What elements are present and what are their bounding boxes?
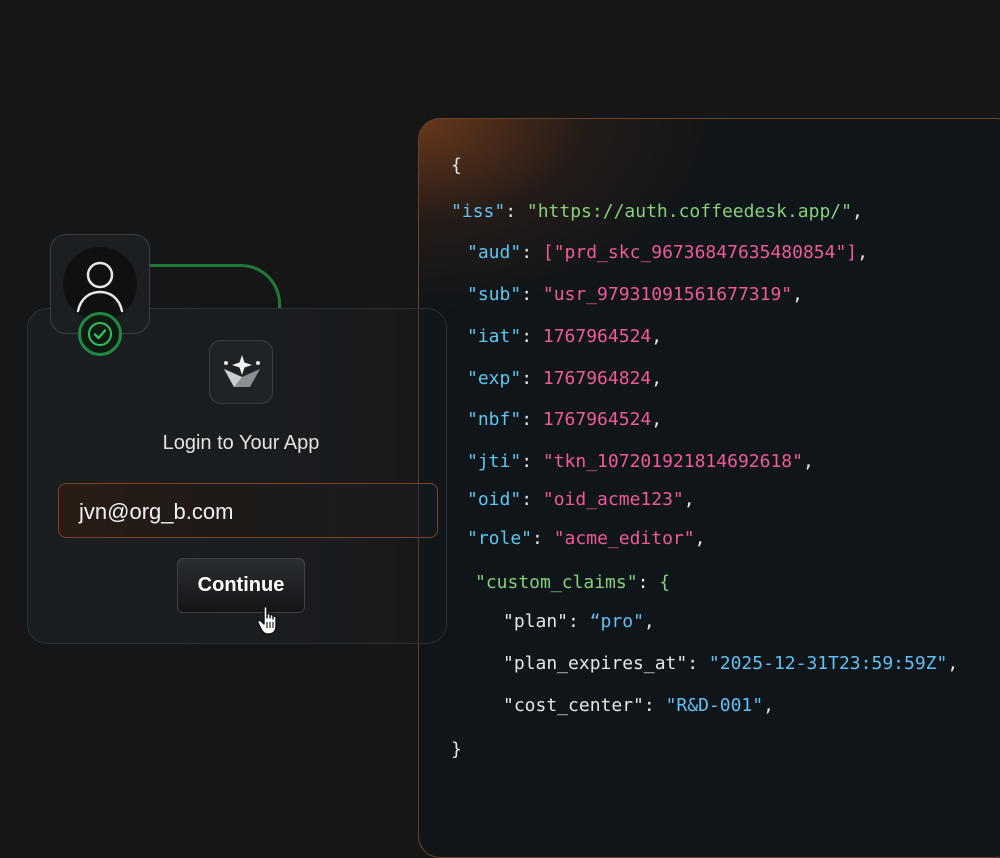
claim-key: "oid" — [467, 489, 522, 510]
claim-value: “pro" — [589, 611, 644, 632]
claim-line-exp: "exp": 1767964824, — [467, 368, 663, 389]
claim-key: "iat" — [467, 326, 522, 347]
claim-line-jti: "jti": "tkn_107201921814692618", — [467, 451, 814, 472]
claim-key: "role" — [467, 528, 533, 549]
claim-key: "plan_expires_at" — [503, 653, 688, 674]
verified-badge — [78, 312, 122, 356]
claim-line-sub: "sub": "usr_97931091561677319", — [467, 284, 803, 305]
claim-line-iat: "iat": 1767964524, — [467, 326, 663, 347]
claim-key: "iss" — [451, 201, 506, 222]
claim-key: "custom_claims" — [475, 572, 638, 593]
comma: , — [651, 368, 663, 389]
custom-claims-open-brace: { — [659, 572, 671, 593]
comma: , — [857, 242, 868, 263]
claim-value: "usr_97931091561677319" — [542, 284, 793, 305]
claim-key: "exp" — [467, 368, 522, 389]
check-icon — [88, 322, 112, 346]
comma: , — [683, 489, 695, 510]
claim-key: "cost_center" — [503, 695, 644, 716]
open-brace: { — [451, 155, 462, 176]
comma: , — [792, 284, 803, 305]
claim-value: "oid_acme123" — [542, 489, 684, 510]
claim-line-aud: "aud": ["prd_skc_96736847635480854"], — [467, 242, 868, 263]
close-brace: } — [451, 739, 462, 760]
pointer-hand-icon — [257, 605, 277, 635]
comma: , — [947, 653, 959, 674]
claim-line-cost-center: "cost_center": "R&D-001", — [503, 695, 774, 716]
claim-value: "https://auth.coffeedesk.app/" — [526, 201, 852, 222]
comma: , — [802, 451, 814, 472]
comma: , — [651, 326, 663, 347]
claim-value: 1767964524 — [542, 326, 652, 347]
comma: , — [694, 528, 706, 549]
email-field[interactable]: jvn@org_b.com — [58, 483, 438, 538]
comma: , — [851, 201, 863, 222]
claim-line-plan-expires-at: "plan_expires_at": "2025-12-31T23:59:59Z… — [503, 653, 959, 674]
login-title: Login to Your App — [162, 432, 320, 454]
claim-key: "jti" — [467, 451, 522, 472]
claim-line-role: "role": "acme_editor", — [467, 528, 706, 549]
claim-value: "acme_editor" — [553, 528, 695, 549]
claim-value: "2025-12-31T23:59:59Z" — [708, 653, 948, 674]
claim-value: 1767964524 — [542, 409, 652, 430]
claim-key: "nbf" — [467, 409, 522, 430]
claim-line-nbf: "nbf": 1767964524, — [467, 409, 663, 430]
custom-claims-line: "custom_claims": { — [475, 572, 671, 593]
claim-key: "aud" — [467, 242, 522, 263]
avatar-circle — [63, 247, 137, 321]
claim-line-iss: "iss": "https://auth.coffeedesk.app/", — [451, 201, 863, 222]
claim-value: 1767964824 — [542, 368, 652, 389]
claim-key: "sub" — [467, 284, 522, 305]
claim-line-plan: "plan": “pro", — [503, 611, 655, 632]
comma: , — [651, 409, 663, 430]
email-value: jvn@org_b.com — [79, 499, 234, 524]
app-logo-icon — [224, 355, 260, 387]
comma: , — [643, 611, 655, 632]
user-icon — [76, 261, 124, 313]
token-code-panel: { "iss": "https://auth.coffeedesk.app/",… — [418, 118, 1000, 858]
claim-line-oid: "oid": "oid_acme123", — [467, 489, 695, 510]
claim-value: "tkn_107201921814692618" — [542, 451, 803, 472]
claim-value: ["prd_skc_96736847635480854"] — [542, 242, 858, 263]
claim-value: "R&D-001" — [665, 695, 764, 716]
comma: , — [763, 695, 774, 716]
claim-key: "plan" — [503, 611, 569, 632]
app-logo — [209, 340, 273, 404]
